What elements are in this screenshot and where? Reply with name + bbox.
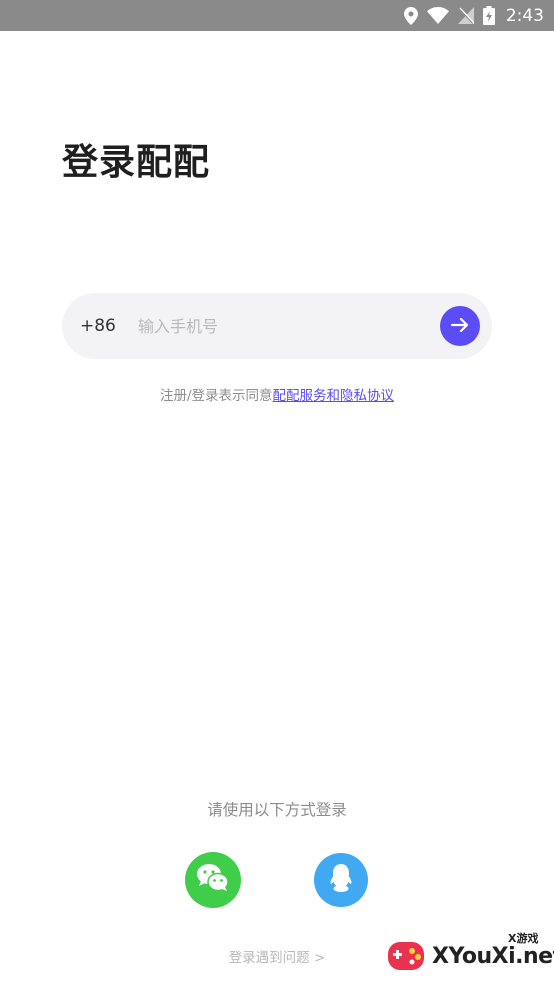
other-login-label: 请使用以下方式登录 bbox=[207, 801, 347, 819]
watermark-main-text: XYouXi.net bbox=[432, 944, 554, 969]
qq-icon bbox=[328, 863, 354, 897]
battery-charging-icon bbox=[482, 6, 495, 25]
country-code-selector[interactable]: +86 bbox=[80, 293, 116, 359]
status-bar: 2:43 bbox=[0, 0, 554, 31]
agreement-prefix: 注册/登录表示同意 bbox=[159, 388, 273, 404]
page-title: 登录配配 bbox=[62, 142, 211, 183]
location-icon bbox=[403, 6, 418, 25]
gamepad-logo-icon bbox=[384, 934, 428, 978]
phone-input[interactable] bbox=[138, 306, 428, 346]
arrow-right-icon bbox=[450, 317, 469, 336]
wechat-icon bbox=[196, 863, 230, 897]
no-signal-icon bbox=[457, 7, 474, 24]
wechat-login-button[interactable] bbox=[185, 852, 241, 908]
status-time: 2:43 bbox=[505, 5, 544, 26]
agreement-text: 注册/登录表示同意配配服务和隐私协议 bbox=[0, 384, 554, 404]
phone-field: +86 bbox=[62, 293, 492, 359]
qq-login-button[interactable] bbox=[314, 853, 368, 907]
agreement-link[interactable]: 配配服务和隐私协议 bbox=[273, 388, 395, 404]
watermark: X游戏 XYouXi.net bbox=[380, 928, 554, 980]
wifi-icon bbox=[426, 7, 449, 24]
next-button[interactable] bbox=[440, 306, 480, 346]
